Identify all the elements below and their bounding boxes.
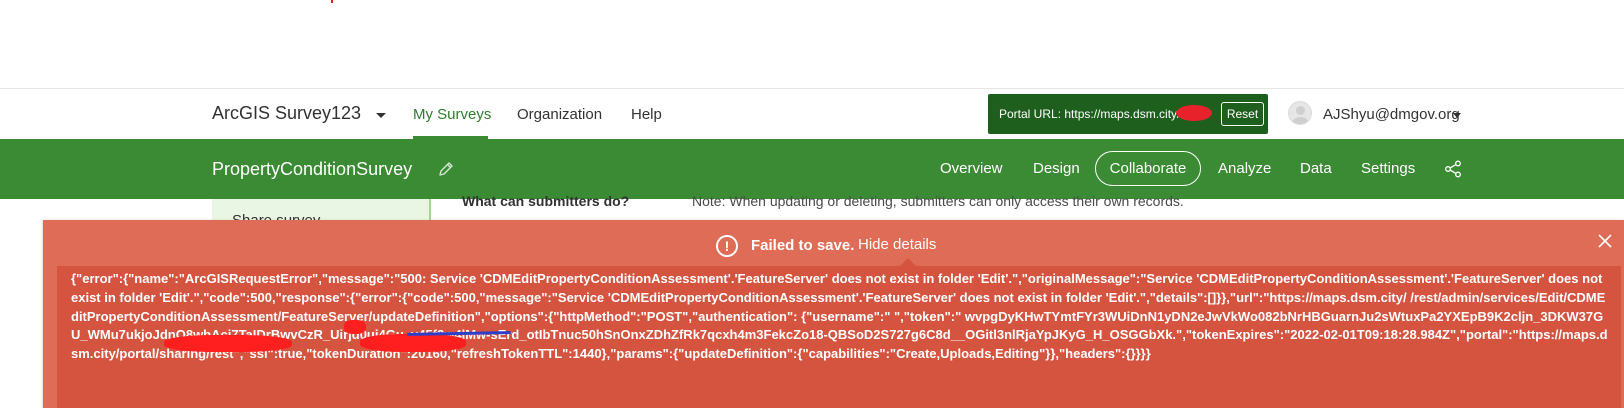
reset-portal-button[interactable]: Reset [1221,102,1264,126]
tab-overview[interactable]: Overview [940,160,1003,177]
alert-circle-icon: ! [716,235,738,257]
survey-title: PropertyConditionSurvey [212,159,413,179]
user-name[interactable]: AJShyu@dmgov.org [1323,106,1460,123]
page-top-blank [0,0,1624,88]
edit-pencil-icon[interactable] [437,160,455,178]
question-note: Note: When updating or deleting, submitt… [692,193,1184,209]
portal-url-text: Portal URL: https://maps.dsm.city/ [999,107,1181,121]
question-label: What can submitters do? [462,193,630,209]
user-menu-caret-icon[interactable] [1453,113,1461,118]
redaction-mark [344,320,366,334]
tab-data[interactable]: Data [1300,160,1332,177]
error-title: Failed to save. [751,237,855,254]
nav-organization[interactable]: Organization [517,106,602,123]
tab-analyze[interactable]: Analyze [1218,160,1271,177]
share-icon[interactable] [1444,160,1462,178]
top-navigation: ArcGIS Survey123 My Surveys Organization… [0,88,1624,139]
survey-header-bar: PropertyConditionSurvey Overview Design … [0,139,1624,199]
app-title[interactable]: ArcGIS Survey123 [212,103,361,124]
redaction-mark [360,334,466,352]
user-avatar-icon[interactable] [1288,101,1312,125]
tab-settings[interactable]: Settings [1361,160,1415,177]
hide-details-link[interactable]: Hide details [858,236,936,253]
redaction-mark [331,0,333,3]
tab-collaborate[interactable]: Collaborate [1095,151,1201,186]
app-switcher-caret-icon[interactable] [376,113,386,118]
redaction-mark [1176,105,1212,121]
close-icon[interactable] [1596,232,1614,250]
redaction-mark [164,335,292,352]
nav-help[interactable]: Help [631,106,662,123]
nav-my-surveys[interactable]: My Surveys [413,106,491,123]
error-details-box: {"error":{"name":"ArcGISRequestError","m… [57,266,1621,408]
portal-url-box: Portal URL: https://maps.dsm.city/ Reset [988,94,1268,134]
tab-design[interactable]: Design [1033,160,1080,177]
error-details-text: {"error":{"name":"ArcGISRequestError","m… [71,271,1608,362]
error-banner: ! Failed to save. Hide details {"error":… [43,220,1624,408]
